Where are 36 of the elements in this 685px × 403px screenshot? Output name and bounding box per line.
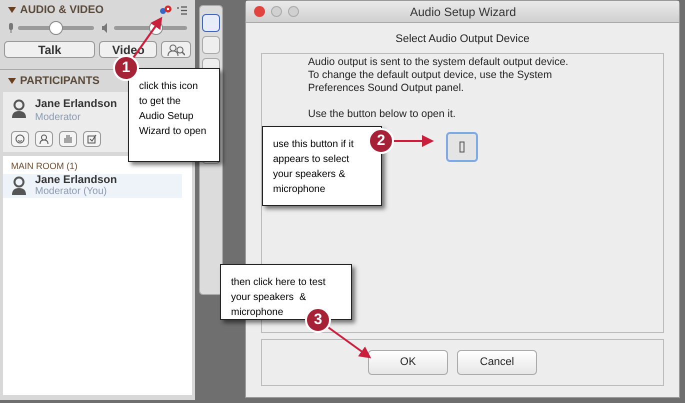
person-button[interactable]	[35, 130, 53, 146]
section-title: PARTICIPANTS	[20, 74, 100, 89]
person-search-icon	[167, 44, 186, 56]
close-icon[interactable]	[254, 6, 265, 17]
dialog-heading: Select Audio Output Device	[394, 32, 530, 47]
person-icon	[11, 176, 27, 196]
instruction-text: Audio output is sent to the system default output device. To change the default output device, use the System Preferences Sound Output panel.	[308, 56, 570, 94]
speaker-icon	[102, 23, 110, 33]
find-camera-button[interactable]	[161, 41, 191, 58]
menu-icon[interactable]	[177, 6, 187, 14]
checkbox-icon	[87, 134, 97, 144]
participant-name: Jane Erlandson	[35, 97, 117, 112]
instruction-text: Use the button below to open it.	[308, 108, 457, 120]
section-title: AUDIO & VIDEO	[20, 2, 104, 18]
slider-thumb[interactable]	[48, 21, 63, 35]
microphone-icon	[8, 23, 14, 33]
room-title: MAIN ROOM (1)	[10, 160, 78, 173]
sound-preferences-button[interactable]	[446, 132, 478, 162]
expanded-triangle-icon[interactable]	[8, 6, 16, 14]
dialog-button[interactable]: OK	[368, 350, 448, 374]
hand-button[interactable]	[59, 130, 77, 146]
person-icon	[39, 134, 49, 144]
participant-name: Jane Erlandson	[35, 174, 117, 186]
person-icon	[11, 99, 27, 120]
window-title: Audio Setup Wizard	[408, 4, 518, 20]
participant-row[interactable]: Jane Erlandson Moderator (You)	[3, 174, 182, 198]
emoticon-icon	[15, 134, 25, 144]
dialog-button[interactable]: Cancel	[457, 350, 537, 374]
checkbox-button[interactable]	[83, 130, 101, 146]
emoticon-button[interactable]	[11, 130, 29, 146]
switch-icon	[458, 140, 466, 152]
participant-role: Moderator	[35, 112, 82, 122]
expanded-triangle-icon[interactable]	[8, 77, 16, 85]
panel-button[interactable]: Talk	[4, 41, 96, 58]
callout-tooltip: click this icon to get the Audio Setup Wizard to open	[128, 68, 220, 162]
participant-role: Moderator (You)	[35, 187, 108, 198]
